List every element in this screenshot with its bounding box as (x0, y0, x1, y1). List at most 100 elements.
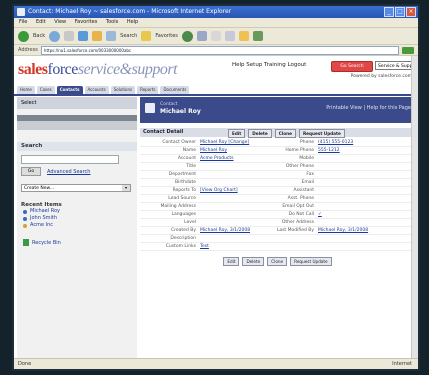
tab-reports[interactable]: Reports (137, 86, 159, 94)
field-row: Department Fax (140, 171, 415, 179)
field-label: Lead Source (168, 196, 196, 201)
contact-icon (23, 216, 27, 221)
field-label: Created By (171, 228, 196, 233)
back-label[interactable]: Back (33, 33, 45, 39)
field-value (200, 163, 264, 170)
sidebar-select-label[interactable]: Select (21, 100, 36, 106)
sidebar-go-button[interactable]: Go (21, 167, 41, 176)
folder-icon[interactable] (238, 31, 249, 41)
recent-item[interactable]: John Smith (17, 215, 137, 222)
address-label: Address (18, 47, 38, 53)
favorites-icon[interactable] (141, 31, 152, 41)
request-update-button[interactable]: Request Update (298, 129, 345, 138)
create-new-select[interactable]: Create New... ▾ (21, 184, 131, 192)
menu-favorites[interactable]: Favorites (75, 19, 98, 25)
header-search-button[interactable]: Go Search (331, 61, 373, 72)
field-value (318, 155, 415, 162)
sf-header: salesforceservice&support Help Setup Tra… (14, 56, 418, 86)
field-label: Other Phone (285, 164, 314, 169)
clone-button[interactable]: Clone (274, 129, 296, 138)
menu-tools[interactable]: Tools (106, 19, 118, 25)
field-value (318, 187, 415, 194)
minimize-button[interactable]: _ (384, 7, 394, 17)
search-icon[interactable] (106, 31, 117, 41)
field-value: Michael Roy, 3/1/2008 (200, 228, 251, 233)
print-icon[interactable] (224, 31, 235, 41)
help-link[interactable]: Printable View | Help for this Page (326, 105, 411, 111)
menu-help[interactable]: Help (127, 19, 138, 25)
maximize-button[interactable]: □ (395, 7, 405, 17)
tab-accounts[interactable]: Accounts (84, 86, 109, 94)
recycle-bin-icon (23, 239, 29, 246)
recent-item[interactable]: Acme Inc (17, 222, 137, 229)
tab-home[interactable]: Home (17, 86, 35, 94)
status-bar: Done Internet (14, 358, 418, 369)
field-value: [View Org Chart] (200, 188, 238, 193)
tab-solutions[interactable]: Solutions (110, 86, 136, 94)
field-label: Phone (300, 140, 314, 145)
edit-button-bottom[interactable]: Edit (223, 257, 240, 266)
field-label: Other Address (281, 220, 314, 225)
bottom-button-row: Edit Delete Clone Request Update (140, 257, 415, 266)
advanced-search-link[interactable]: Advanced Search (47, 169, 90, 175)
app-select[interactable]: Service & Support (375, 61, 413, 70)
field-value (200, 219, 264, 226)
menu-file[interactable]: File (19, 19, 27, 25)
delete-button-bottom[interactable]: Delete (242, 257, 265, 266)
refresh-icon[interactable] (78, 31, 89, 41)
browser-toolbar: Back Search Favorites (14, 28, 418, 45)
field-row: Created By Michael Roy, 3/1/2008 Last Modi… (140, 227, 415, 235)
field-row: Level Other Address (140, 219, 415, 227)
forward-icon[interactable] (49, 30, 61, 42)
address-bar: Address https://na1.salesforce.com/00330… (14, 45, 418, 56)
tab-cases[interactable]: Cases (36, 86, 55, 94)
recycle-bin-link[interactable]: Recycle Bin (17, 239, 137, 246)
close-button[interactable]: × (406, 7, 416, 17)
header-links[interactable]: Help Setup Training Logout (232, 62, 306, 68)
clone-button-bottom[interactable]: Clone (267, 257, 288, 266)
field-label: Email (301, 180, 315, 185)
edit-button[interactable]: Edit (228, 129, 246, 138)
messenger-icon[interactable] (252, 31, 263, 41)
powered-by: Powered by salesforce.com (350, 74, 412, 79)
field-row: Name Michael Roy Home Phone 555-1212 (140, 147, 415, 155)
field-label: Last Modified By (276, 228, 314, 233)
field-value (200, 195, 264, 202)
back-icon[interactable] (18, 30, 29, 42)
history-icon[interactable] (196, 31, 207, 41)
media-icon[interactable] (181, 30, 193, 42)
ie-icon (17, 8, 25, 16)
menu-edit[interactable]: Edit (36, 19, 46, 25)
field-label (264, 243, 318, 250)
field-label: Contact Owner (162, 140, 196, 145)
tab-contacts[interactable]: Contacts (56, 86, 83, 94)
sidebar-search-input[interactable] (21, 155, 119, 164)
request-update-button-bottom[interactable]: Request Update (290, 257, 332, 266)
field-label: Mailing Address (160, 204, 196, 209)
field-value: ✓ (318, 212, 322, 217)
favorites-label[interactable]: Favorites (155, 33, 178, 39)
recent-item[interactable]: Michael Roy (17, 208, 137, 215)
field-label: Asst. Phone (287, 196, 314, 201)
field-value (318, 195, 415, 202)
menu-view[interactable]: View (54, 19, 66, 25)
sidebar-strip (17, 121, 137, 130)
mail-icon[interactable] (210, 31, 221, 41)
vertical-scrollbar[interactable] (411, 56, 418, 359)
salesforce-logo[interactable]: salesforceservice&support (18, 61, 178, 79)
field-value (200, 203, 264, 210)
delete-button[interactable]: Delete (248, 129, 272, 138)
stop-icon[interactable] (64, 31, 75, 41)
status-text: Done (18, 361, 32, 367)
field-label: Account (177, 156, 196, 161)
go-button[interactable] (402, 46, 414, 54)
field-value: Acme Products (200, 156, 234, 161)
field-row: Reports To [View Org Chart] Assistant (140, 187, 415, 195)
detail-section-bar: Contact Detail Edit Delete Clone Request… (140, 128, 415, 138)
field-label: Languages (171, 212, 196, 217)
field-value (318, 235, 415, 242)
address-input[interactable]: https://na1.salesforce.com/0033000000abc (40, 45, 399, 55)
tab-documents[interactable]: Documents (160, 86, 190, 94)
home-icon[interactable] (92, 31, 103, 41)
search-label[interactable]: Search (120, 33, 137, 39)
